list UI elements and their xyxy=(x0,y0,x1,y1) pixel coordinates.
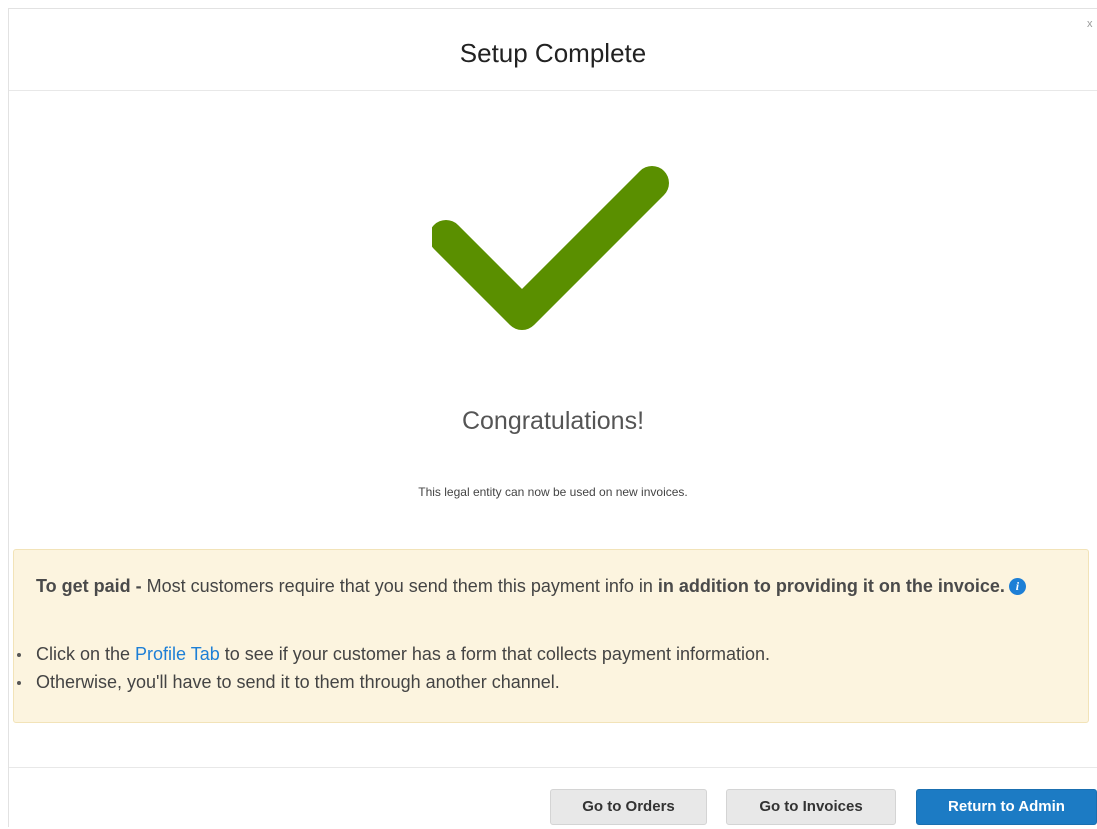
go-to-invoices-button[interactable]: Go to Invoices xyxy=(726,789,896,825)
notice-lead-bold-end: in addition to providing it on the invoi… xyxy=(657,576,1005,596)
bullet2-text: Otherwise, you'll have to send it to the… xyxy=(36,672,560,692)
dialog-title: Setup Complete xyxy=(459,38,647,68)
dialog-header: Setup Complete xyxy=(9,9,1097,91)
checkmark-icon xyxy=(429,159,672,339)
notice-lead: To get paid - Most customers require tha… xyxy=(36,573,1048,599)
dialog-footer: Go to Orders Go to Invoices Return to Ad… xyxy=(9,767,1097,829)
notice-lead-text: Most customers require that you send the… xyxy=(141,576,658,596)
bullet1-after: to see if your customer has a form that … xyxy=(219,644,771,664)
payment-info-notice: To get paid - Most customers require tha… xyxy=(13,549,1089,723)
congratulations-heading: Congratulations! xyxy=(461,407,645,435)
success-message: This legal entity can now be used on new… xyxy=(418,485,688,499)
notice-bullet-list: Click on the Profile Tab to see if your … xyxy=(14,640,1078,696)
bullet1-before: Click on the xyxy=(36,644,136,664)
go-to-orders-button[interactable]: Go to Orders xyxy=(550,789,707,825)
list-item: Otherwise, you'll have to send it to the… xyxy=(14,668,1078,696)
notice-lead-bold: To get paid - xyxy=(36,576,142,596)
return-to-admin-button[interactable]: Return to Admin xyxy=(916,789,1097,825)
list-item: Click on the Profile Tab to see if your … xyxy=(14,640,1078,668)
info-icon[interactable]: i xyxy=(1008,578,1026,595)
setup-complete-dialog: x Setup Complete Congratulations! This l… xyxy=(8,8,1097,827)
profile-tab-link[interactable]: Profile Tab xyxy=(135,644,220,664)
